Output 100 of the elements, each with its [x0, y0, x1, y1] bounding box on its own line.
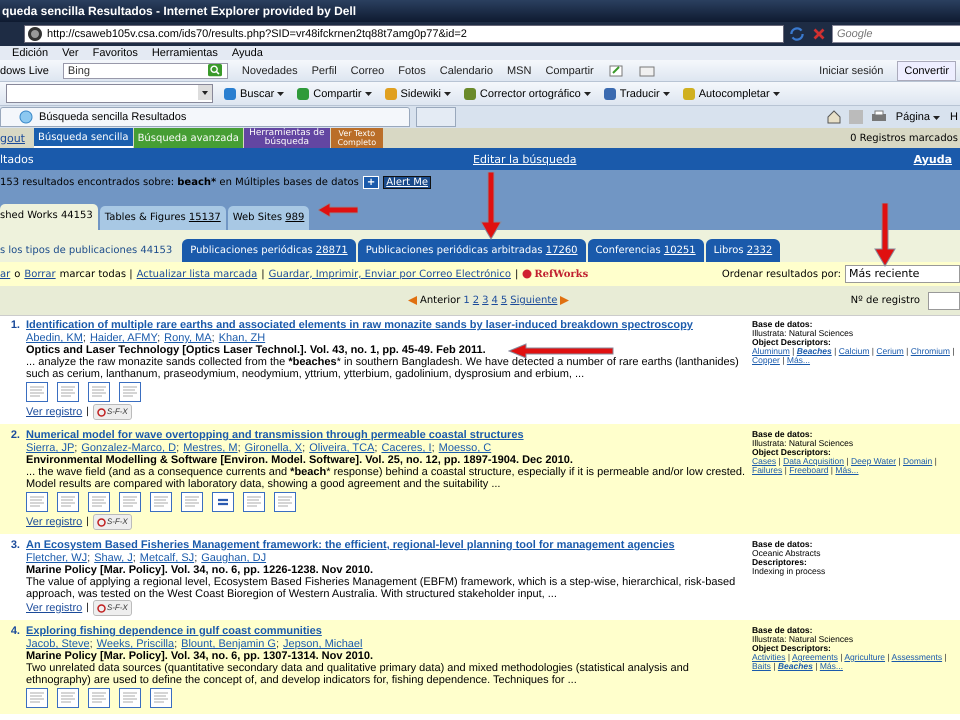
descriptor-link[interactable]: Domain — [903, 456, 932, 466]
page-link[interactable]: 3 — [482, 295, 488, 306]
author-link[interactable]: Abedin, KM — [26, 332, 83, 344]
author-link[interactable]: Gironella, X — [244, 442, 302, 454]
search-field[interactable]: Bing — [62, 62, 228, 78]
descriptor-link[interactable]: Failures — [752, 465, 782, 475]
descriptor-link[interactable]: Assessments — [892, 652, 942, 662]
action-link[interactable]: Actualizar lista marcada — [136, 268, 258, 280]
descriptor-link[interactable]: Deep Water — [850, 456, 896, 466]
search-icon[interactable] — [206, 64, 223, 78]
tools-menu-button[interactable]: H — [948, 111, 960, 123]
action-link[interactable]: Borrar — [24, 268, 56, 280]
descriptor-link[interactable]: Baits — [752, 661, 771, 671]
page-link[interactable]: 5 — [500, 295, 508, 306]
figure-thumbnail[interactable] — [57, 688, 79, 708]
site-tab[interactable]: Ver Texto Completo — [330, 128, 383, 148]
author-link[interactable]: Metcalf, SJ — [140, 552, 194, 564]
figure-thumbnail[interactable] — [88, 382, 110, 402]
author-link[interactable]: Gonzalez-Marco, D — [81, 442, 176, 454]
next-arrow-icon[interactable] — [560, 296, 570, 305]
record-number-field[interactable] — [928, 292, 960, 310]
action-link[interactable]: Guardar, Imprimir, Enviar por Correo Electrónico — [268, 268, 511, 280]
author-link[interactable]: Gaughan, DJ — [201, 552, 266, 564]
menu-item[interactable]: Favoritos — [92, 47, 138, 59]
toolbar-link[interactable]: Fotos — [398, 64, 426, 76]
figure-thumbnail[interactable] — [150, 492, 172, 512]
author-link[interactable]: Fletcher, WJ — [26, 552, 88, 564]
site-tab[interactable]: Búsqueda sencilla — [34, 128, 133, 148]
view-record-link[interactable]: Ver registro — [26, 516, 82, 528]
author-link[interactable]: Moesso, C — [438, 442, 492, 454]
figure-thumbnail[interactable] — [57, 382, 79, 402]
search-field[interactable]: Google — [832, 25, 960, 43]
descriptor-link[interactable]: Agriculture — [844, 652, 886, 662]
descriptor-link[interactable]: Copper — [752, 355, 780, 365]
descriptor-link[interactable]: Agreements — [792, 652, 838, 662]
view-record-link[interactable]: Ver registro — [26, 602, 82, 614]
publication-tab[interactable]: Publicaciones periódicas 28871 — [182, 239, 356, 262]
page-link[interactable]: 4 — [492, 295, 498, 306]
figure-thumbnail[interactable] — [243, 492, 265, 512]
figure-thumbnail[interactable] — [26, 492, 48, 512]
source-tab[interactable]: Web Sites 989 — [228, 206, 310, 230]
refworks-link[interactable]: RefWorks — [522, 268, 588, 280]
result-title-link[interactable]: An Ecosystem Based Fisheries Management framework: the efficient, regional-level planning tool for management agencies — [26, 539, 675, 552]
toolbar-link[interactable]: MSN — [506, 64, 532, 76]
author-link[interactable]: Rony, MA — [164, 332, 212, 344]
sign-in-link[interactable]: Iniciar sesión — [819, 64, 884, 76]
descriptor-link[interactable]: Calcium — [838, 346, 870, 356]
author-link[interactable]: Shaw, J — [94, 552, 133, 564]
sfx-button[interactable]: S-F-X — [92, 600, 132, 616]
table-thumbnail[interactable] — [212, 492, 234, 512]
menu-item[interactable]: Ayuda — [232, 47, 263, 59]
author-link[interactable]: Jepson, Michael — [283, 638, 362, 650]
author-link[interactable]: Khan, ZH — [218, 332, 266, 344]
browser-tab[interactable]: Búsqueda sencilla Resultados — [0, 107, 410, 127]
sfx-button[interactable]: S-F-X — [92, 514, 132, 530]
result-title-link[interactable]: Numerical model for wave overtopping and transmission through permeable coastal structures — [26, 429, 524, 442]
previous-arrow-icon[interactable] — [408, 296, 417, 305]
page-link[interactable]: 1 — [463, 295, 470, 306]
edit-search-link[interactable]: Editar la búsqueda — [473, 152, 914, 166]
help-link[interactable]: Ayuda — [914, 152, 952, 166]
descriptor-link[interactable]: Aluminum — [752, 346, 790, 356]
figure-thumbnail[interactable] — [119, 382, 141, 402]
descriptor-link[interactable]: Cases — [752, 456, 776, 466]
author-link[interactable]: Caceres, I — [381, 442, 432, 454]
author-link[interactable]: Weeks, Priscilla — [96, 638, 174, 650]
next-link[interactable]: Siguiente — [510, 295, 558, 306]
menu-item[interactable]: Ver — [62, 47, 79, 59]
figure-thumbnail[interactable] — [274, 492, 296, 512]
address-field[interactable]: http://csaweb105v.csa.com/ids70/results.php?SID=vr48ifckrnen2tq88t7amg0p77&id=2 — [24, 25, 784, 43]
figure-thumbnail[interactable] — [88, 492, 110, 512]
publication-tab[interactable]: Conferencias 10251 — [588, 239, 704, 262]
result-title-link[interactable]: Exploring fishing dependence in gulf coast communities — [26, 625, 322, 638]
figure-thumbnail[interactable] — [26, 382, 48, 402]
toolbar-link[interactable]: Compartir — [545, 64, 594, 76]
toolbar-button[interactable]: Traducir — [600, 86, 672, 100]
result-title-link[interactable]: Identification of multiple rare earths and associated elements in raw monazite sands by laser-induced breakdown spectroscopy — [26, 319, 693, 332]
source-tab[interactable]: Tables & Figures 15137 — [100, 206, 226, 230]
toolbar-button[interactable]: Buscar — [221, 86, 286, 100]
author-link[interactable]: Oliveira, TCA — [309, 442, 374, 454]
toolbar-link[interactable]: Perfil — [312, 64, 337, 76]
alert-link[interactable]: Alert Me — [383, 176, 431, 189]
edit-icon[interactable] — [608, 62, 624, 78]
descriptor-link[interactable]: Más... — [820, 661, 843, 671]
logout-link[interactable]: gout — [0, 132, 25, 144]
descriptor-link[interactable]: Activities — [752, 652, 786, 662]
author-link[interactable]: Blount, Benjamin G — [181, 638, 276, 650]
page-menu-button[interactable]: Página — [894, 111, 942, 123]
author-link[interactable]: Sierra, JP — [26, 442, 74, 454]
toolbar-button[interactable]: Compartir — [294, 86, 374, 100]
descriptor-link[interactable]: Beaches — [796, 346, 832, 356]
descriptor-link[interactable]: Más... — [786, 355, 810, 365]
author-link[interactable]: Jacob, Steve — [26, 638, 90, 650]
descriptor-link[interactable]: Beaches — [778, 661, 813, 671]
view-record-link[interactable]: Ver registro — [26, 406, 82, 418]
toolbar-button[interactable]: Corrector ortográfico — [460, 86, 593, 100]
source-tab[interactable]: shed Works 44153 — [0, 204, 98, 230]
figure-thumbnail[interactable] — [26, 688, 48, 708]
descriptor-link[interactable]: Chromium — [910, 346, 950, 356]
page-link[interactable]: 2 — [472, 295, 480, 306]
plus-button[interactable]: + — [362, 176, 380, 189]
